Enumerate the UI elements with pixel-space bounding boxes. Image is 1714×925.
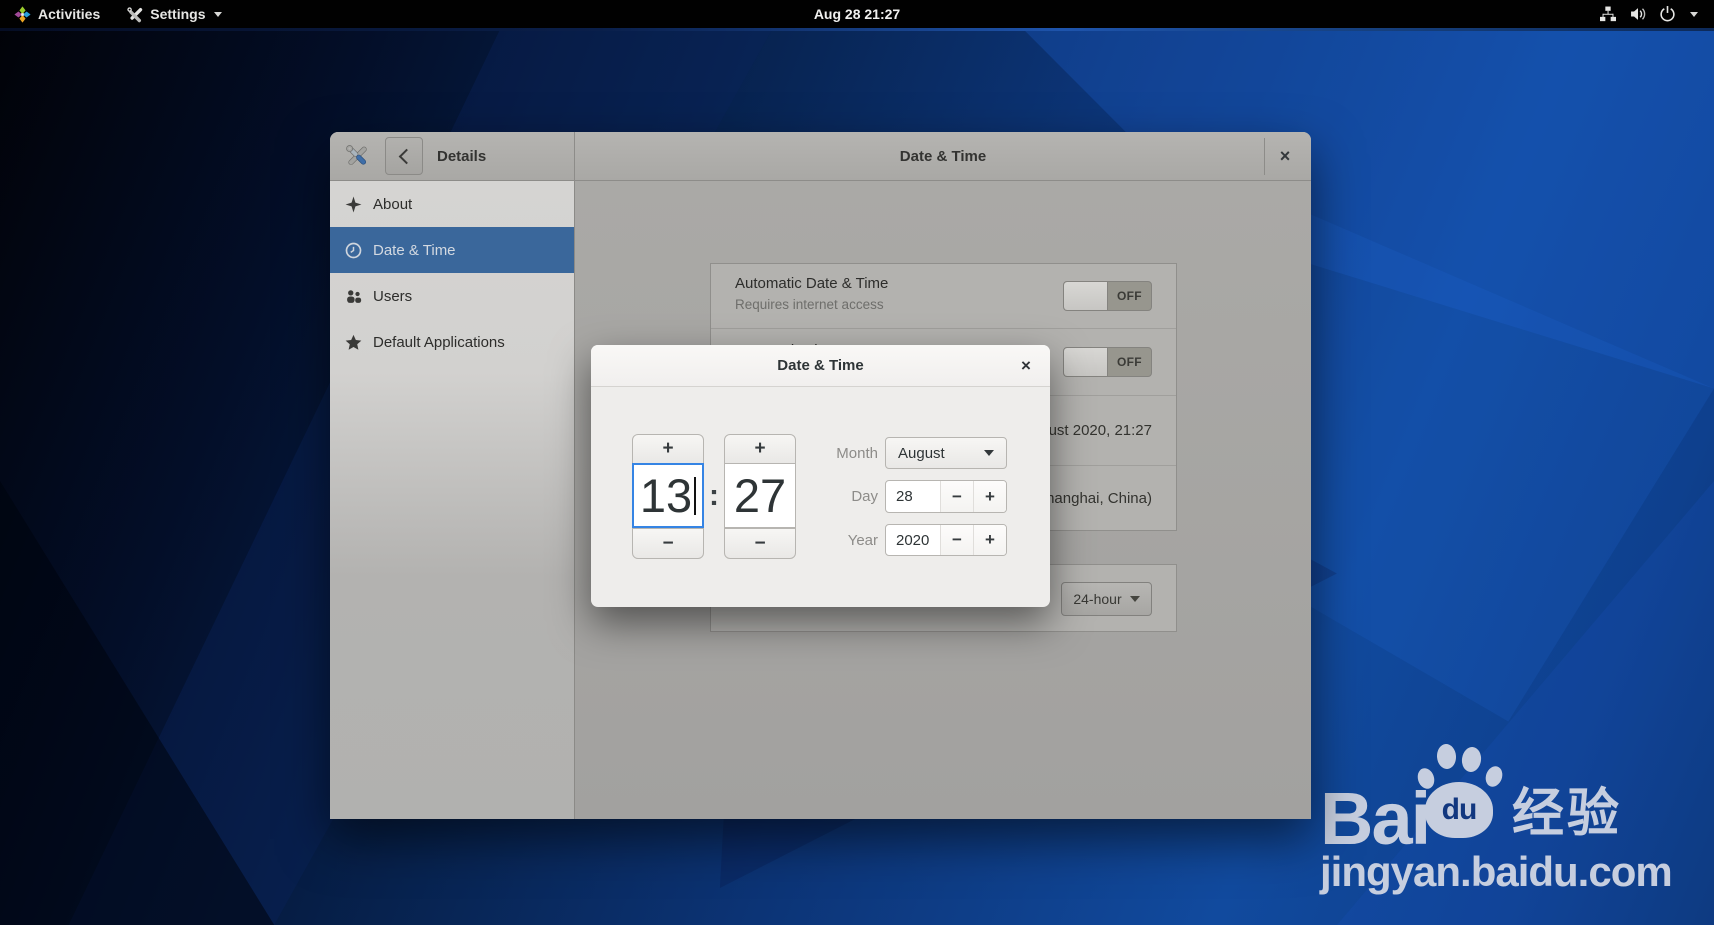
baidu-paw-icon: du	[1415, 742, 1506, 842]
sidebar-item-label: Date & Time	[373, 241, 456, 259]
paw-toe	[1436, 743, 1457, 770]
hour-value: 13	[639, 469, 693, 522]
year-decrement-button[interactable]: −	[940, 525, 973, 555]
automatic-time-zone-switch[interactable]: OFF	[1063, 347, 1152, 377]
time-separator: :	[709, 478, 719, 512]
back-button[interactable]	[385, 137, 423, 175]
dropdown-arrow-icon	[1129, 596, 1140, 602]
watermark-site-url: jingyan.baidu.com	[1320, 848, 1673, 895]
switch-knob	[1064, 348, 1108, 376]
hour-entry[interactable]: 13	[632, 463, 704, 528]
top-bar-left: Activities Settings	[4, 0, 232, 28]
paw-toe	[1460, 745, 1483, 774]
settings-app-menu[interactable]: Settings	[116, 0, 232, 28]
minute-entry[interactable]: 27	[724, 463, 796, 528]
window-title: Date & Time	[899, 147, 987, 165]
day-entry[interactable]: 28	[886, 481, 940, 512]
sidebar-item-date-time[interactable]: Date & Time	[330, 227, 574, 273]
settings-menu-label: Settings	[150, 6, 206, 22]
left-pane-title: Details	[437, 147, 487, 165]
users-icon	[347, 289, 362, 303]
plus-icon: +	[985, 486, 995, 506]
day-spinner: 28 − +	[885, 480, 1007, 513]
year-spinner: 2020 − +	[885, 524, 1007, 556]
close-icon: ×	[1021, 356, 1031, 375]
wallpaper-horizon-line	[0, 28, 1714, 31]
titlebar-left-section: Details	[330, 132, 575, 180]
time-format-value: 24-hour	[1073, 591, 1122, 607]
sparkle-icon	[345, 196, 362, 212]
month-dropdown[interactable]: August	[885, 437, 1007, 469]
distro-logo-icon	[14, 5, 31, 23]
clock-menu-button[interactable]: Aug 28 21:27	[814, 0, 900, 28]
chevron-down-icon	[214, 11, 223, 17]
star-icon	[345, 334, 362, 350]
watermark-cjk-text: 经验	[1512, 785, 1623, 843]
row-title: Automatic Date & Time	[735, 275, 889, 292]
minus-icon: −	[754, 532, 766, 554]
dropdown-arrow-icon	[984, 450, 994, 456]
month-value: August	[898, 444, 945, 462]
year-increment-button[interactable]: +	[973, 525, 1006, 555]
activities-button[interactable]: Activities	[4, 0, 110, 28]
sidebar-item-about[interactable]: About	[330, 181, 574, 227]
plus-icon: +	[985, 530, 995, 549]
watermark-paw-text: du	[1441, 793, 1478, 826]
titlebar-right-section: Date & Time ×	[575, 132, 1311, 180]
settings-titlebar: Details Date & Time ×	[330, 132, 1311, 181]
settings-sidebar: About Date & Time Users Default Applicat…	[330, 181, 575, 819]
chevron-down-icon	[1690, 11, 1698, 17]
minute-value: 27	[733, 469, 787, 522]
watermark-brand-text: Bai	[1320, 777, 1431, 860]
gnome-top-bar: Activities Settings Aug 28 21:27	[0, 0, 1714, 28]
hour-increment-button[interactable]: +	[632, 434, 704, 464]
paw-pad: du	[1425, 782, 1493, 838]
sidebar-item-label: Default Applications	[373, 333, 505, 351]
system-status-area[interactable]	[1591, 0, 1706, 28]
clock-label: Aug 28 21:27	[813, 6, 901, 22]
dialog-title: Date & Time	[777, 357, 864, 374]
switch-state-label: OFF	[1117, 355, 1142, 369]
baidu-jingyan-watermark: Bai du 经验 jingyan.baidu.com	[1320, 742, 1673, 895]
row-subtitle: Requires internet access	[735, 297, 884, 312]
desktop: Bai du 经验 jingyan.baidu.com Activities S…	[0, 0, 1714, 925]
network-icon	[1600, 6, 1616, 22]
switch-knob	[1064, 282, 1108, 310]
power-icon	[1660, 6, 1675, 22]
plus-icon: +	[662, 438, 674, 459]
minus-icon: −	[952, 486, 962, 506]
automatic-date-time-switch[interactable]: OFF	[1063, 281, 1152, 311]
day-increment-button[interactable]: +	[973, 481, 1006, 512]
year-label: Year	[847, 532, 878, 549]
sidebar-item-label: Users	[373, 287, 413, 305]
day-decrement-button[interactable]: −	[940, 481, 973, 512]
sidebar-item-label: About	[373, 195, 413, 213]
window-close-button[interactable]: ×	[1269, 140, 1301, 172]
settings-app-icon	[346, 145, 367, 166]
switch-state-label: OFF	[1117, 289, 1142, 303]
tools-icon	[127, 6, 143, 22]
sidebar-item-users[interactable]: Users	[330, 273, 574, 319]
dialog-titlebar: Date & Time ×	[591, 345, 1050, 387]
sidebar-item-default-applications[interactable]: Default Applications	[330, 319, 574, 365]
text-caret	[694, 476, 697, 515]
paw-toe	[1415, 766, 1437, 791]
month-label: Month	[836, 445, 878, 462]
date-time-dialog: Date & Time × + 13 − : + 27 − Month Augu…	[591, 345, 1050, 607]
paw-toe	[1482, 763, 1506, 790]
dialog-close-button[interactable]: ×	[1010, 350, 1042, 382]
automatic-date-time-row: Automatic Date & Time Requires internet …	[711, 264, 1176, 328]
clock-icon	[345, 242, 362, 258]
hour-decrement-button[interactable]: −	[632, 528, 704, 559]
close-icon: ×	[1279, 145, 1291, 166]
activities-label: Activities	[38, 6, 101, 22]
minus-icon: −	[662, 532, 674, 554]
plus-icon: +	[754, 438, 766, 459]
chevron-left-icon	[398, 148, 414, 164]
time-format-dropdown[interactable]: 24-hour	[1061, 582, 1152, 616]
titlebar-separator	[1264, 138, 1265, 175]
minus-icon: −	[952, 530, 962, 549]
year-entry[interactable]: 2020	[886, 525, 940, 555]
volume-icon	[1631, 8, 1646, 20]
